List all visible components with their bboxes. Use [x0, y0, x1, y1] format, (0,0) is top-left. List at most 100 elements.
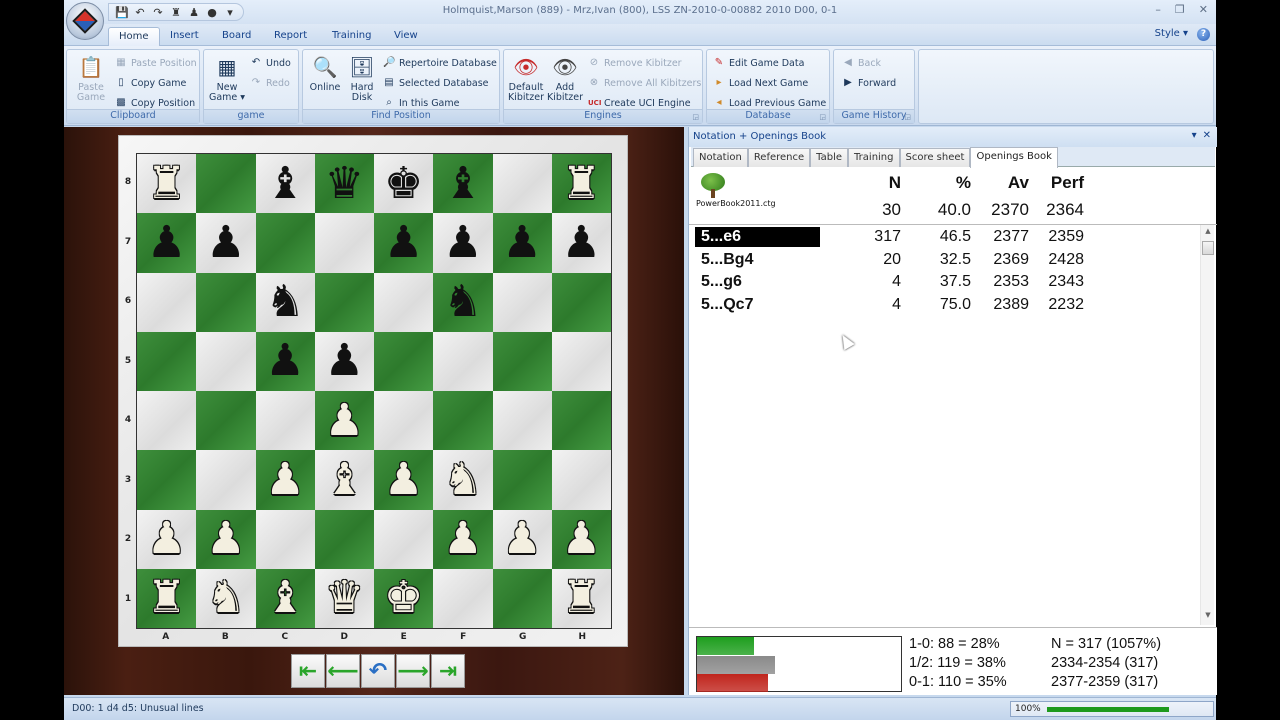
black-queen-icon[interactable]: ♛	[325, 161, 364, 206]
engines-dialog-launcher-icon[interactable]: ◲	[692, 113, 699, 121]
paste-game-button[interactable]: 📋 Paste Game	[71, 54, 111, 103]
square-f7[interactable]: ♟	[433, 213, 493, 273]
white-rook-icon[interactable]: ♜	[562, 576, 601, 620]
tab-insert[interactable]: Insert	[160, 27, 209, 46]
move-notation[interactable]: 5...g6	[695, 272, 820, 292]
repertoire-database-button[interactable]: 🔎 Repertoire Database	[383, 55, 497, 71]
white-rook-icon[interactable]: ♜	[562, 161, 601, 206]
tab-view[interactable]: View	[384, 27, 428, 46]
square-e8[interactable]: ♚	[374, 154, 434, 214]
scroll-thumb[interactable]	[1202, 241, 1214, 255]
square-c5[interactable]: ♟	[255, 331, 315, 391]
restore-button[interactable]: ❐	[1175, 3, 1185, 16]
copy-game-button[interactable]: ▯ Copy Game	[115, 75, 186, 91]
square-g2[interactable]: ♟	[492, 509, 552, 569]
black-pawn-icon[interactable]: ♟	[265, 339, 304, 383]
move-notation[interactable]: 5...Bg4	[695, 250, 820, 270]
scroll-down-icon[interactable]: ▼	[1201, 611, 1215, 623]
square-e5[interactable]	[374, 331, 434, 391]
square-g5[interactable]	[492, 331, 552, 391]
redo-button[interactable]: ↷ Redo	[250, 75, 290, 91]
square-g7[interactable]: ♟	[492, 213, 552, 273]
square-f4[interactable]	[433, 391, 493, 451]
square-g6[interactable]	[492, 272, 552, 332]
tab-training[interactable]: Training	[322, 27, 381, 46]
header-percent[interactable]: %	[939, 173, 971, 193]
book-move-row[interactable]: 5...g6 4 37.5 2353 2343	[689, 272, 1199, 294]
panel-tab-reference[interactable]: Reference	[747, 148, 811, 167]
tab-board[interactable]: Board	[212, 27, 261, 46]
white-pawn-icon[interactable]: ♟	[265, 457, 304, 502]
hard-disk-button[interactable]: 🗄 Hard Disk	[345, 54, 379, 103]
square-a1[interactable]: ♜	[137, 568, 197, 628]
online-button[interactable]: 🔍 Online	[307, 54, 343, 93]
white-knight-icon[interactable]: ♞	[443, 457, 482, 502]
white-queen-icon[interactable]: ♛	[325, 576, 364, 620]
white-pawn-icon[interactable]: ♟	[502, 517, 541, 561]
square-c1[interactable]: ♝	[255, 568, 315, 628]
square-b4[interactable]	[196, 391, 256, 451]
square-h8[interactable]: ♜	[551, 154, 611, 214]
tab-home[interactable]: Home	[108, 27, 160, 46]
black-knight-icon[interactable]: ♞	[265, 280, 304, 324]
square-b1[interactable]: ♞	[196, 568, 256, 628]
square-f3[interactable]: ♞	[433, 450, 493, 510]
black-king-icon[interactable]: ♚	[384, 161, 423, 206]
header-n[interactable]: N	[869, 173, 901, 193]
move-notation[interactable]: 5...e6	[695, 227, 820, 247]
panel-close-icon[interactable]: ✕	[1203, 130, 1211, 141]
square-e7[interactable]: ♟	[374, 213, 434, 273]
panel-menu-icon[interactable]: ▾	[1192, 130, 1197, 141]
square-b5[interactable]	[196, 331, 256, 391]
square-g4[interactable]	[492, 391, 552, 451]
remove-kibitzer-button[interactable]: ⊘ Remove Kibitzer	[588, 55, 682, 71]
chess-board[interactable]: ♜ ♝ ♛ ♚ ♝ ♜ ♟ ♟ ♟ ♟ ♟ ♟ ♞ ♞ ♟ ♟ ♟ ♟ ♝ ♟ ♞ ♟ ♟ ♟ ♟ ♟ ♜ ♞ ♝ ♛ ♚ ♜	[136, 153, 612, 629]
black-pawn-icon[interactable]: ♟	[384, 220, 423, 265]
panel-tab-training[interactable]: Training	[848, 148, 900, 167]
square-d2[interactable]	[314, 509, 374, 569]
square-f5[interactable]	[433, 331, 493, 391]
move-notation[interactable]: 5...Qc7	[695, 295, 820, 315]
square-b2[interactable]: ♟	[196, 509, 256, 569]
black-pawn-icon[interactable]: ♟	[147, 220, 186, 265]
panel-tab-openings-book[interactable]: Openings Book	[970, 147, 1058, 168]
selected-database-button[interactable]: ▤ Selected Database	[383, 75, 488, 91]
square-b8[interactable]	[196, 154, 256, 214]
square-d8[interactable]: ♛	[314, 154, 374, 214]
white-pawn-icon[interactable]: ♟	[384, 457, 423, 502]
square-a7[interactable]: ♟	[137, 213, 197, 273]
white-knight-icon[interactable]: ♞	[206, 576, 245, 620]
book-move-row[interactable]: 5...Bg4 20 32.5 2369 2428	[689, 250, 1199, 272]
white-pawn-icon[interactable]: ♟	[147, 517, 186, 561]
header-average[interactable]: Av	[989, 173, 1029, 193]
minimize-button[interactable]: –	[1155, 3, 1161, 16]
square-a8[interactable]: ♜	[137, 154, 197, 214]
square-h7[interactable]: ♟	[551, 213, 611, 273]
black-bishop-icon[interactable]: ♝	[265, 161, 304, 206]
forward-button[interactable]: ▶ Forward	[842, 75, 896, 91]
panel-tab-table[interactable]: Table	[810, 148, 849, 167]
square-c7[interactable]	[255, 213, 315, 273]
panel-tab-score-sheet[interactable]: Score sheet	[899, 148, 971, 167]
square-g8[interactable]	[492, 154, 552, 214]
white-rook-icon[interactable]: ♜	[147, 161, 186, 206]
add-kibitzer-button[interactable]: 👁 Add Kibitzer	[546, 54, 584, 103]
database-dialog-launcher-icon[interactable]: ◲	[819, 113, 826, 121]
square-f1[interactable]	[433, 568, 493, 628]
square-c4[interactable]	[255, 391, 315, 451]
load-next-game-button[interactable]: ▸ Load Next Game	[713, 75, 808, 91]
white-rook-icon[interactable]: ♜	[147, 576, 186, 620]
next-move-button[interactable]: ⟶	[396, 654, 430, 688]
white-king-icon[interactable]: ♚	[384, 576, 423, 620]
takeback-button[interactable]: ↶	[361, 654, 395, 688]
square-e6[interactable]	[374, 272, 434, 332]
square-d5[interactable]: ♟	[314, 331, 374, 391]
square-h5[interactable]	[551, 331, 611, 391]
default-kibitzer-button[interactable]: 👁 Default Kibitzer	[506, 54, 546, 103]
white-bishop-icon[interactable]: ♝	[325, 457, 364, 502]
square-d6[interactable]	[314, 272, 374, 332]
square-d3[interactable]: ♝	[314, 450, 374, 510]
help-icon[interactable]: ?	[1197, 28, 1210, 41]
first-move-button[interactable]: ⇤	[291, 654, 325, 688]
book-scrollbar[interactable]: ▲ ▼	[1200, 225, 1214, 625]
